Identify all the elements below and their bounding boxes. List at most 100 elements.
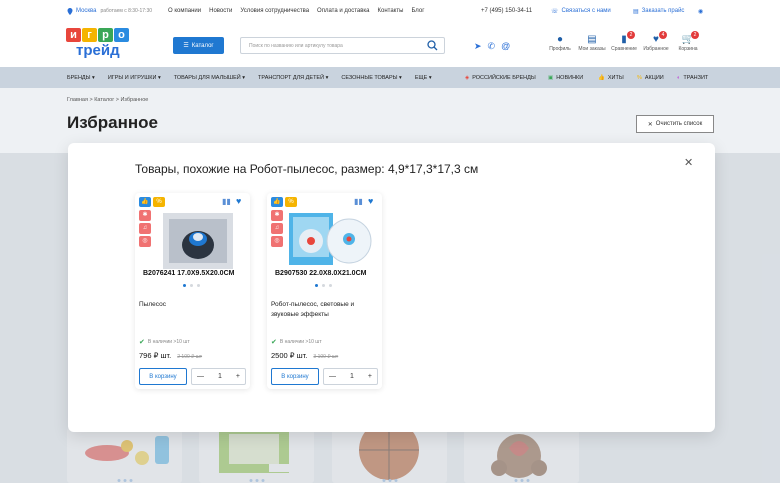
- stock-label: В наличии >10 шт: [279, 339, 322, 345]
- compare-count-badge: 2: [627, 31, 635, 39]
- nav-kids-transport[interactable]: ТРАНСПОРТ ДЛЯ ДЕТЕЙ ▾: [258, 75, 328, 81]
- image-dots[interactable]: [315, 284, 332, 287]
- favorites-label: Избранное: [643, 46, 669, 52]
- site-logo[interactable]: и г р о трейд: [66, 28, 136, 62]
- favorites-count-badge: 4: [659, 31, 667, 39]
- orders-link[interactable]: ▤ Мои заказы: [576, 34, 608, 52]
- current-price: 796 ₽ шт.: [139, 351, 172, 360]
- product-code: B2907530 22.0X8.0X21.0CM: [275, 270, 367, 277]
- location-pin-icon: [67, 7, 73, 15]
- breadcrumb[interactable]: Главная > Каталог > Избранное: [67, 97, 148, 103]
- nav-brands[interactable]: БРЕНДЫ ▾: [67, 75, 95, 81]
- nav-hits[interactable]: 👍 ХИТЫ: [598, 75, 624, 81]
- nav-russian-brands[interactable]: ◈ РОССИЙСКИЕ БРЕНДЫ: [465, 75, 536, 81]
- quantity-stepper: — 1 +: [323, 368, 378, 385]
- nav-transit[interactable]: ◐ ТРАНЗИТ: [677, 75, 708, 81]
- top-nav-news[interactable]: Новости: [209, 8, 232, 14]
- checkmark-icon: ✔: [271, 339, 277, 346]
- nav-more[interactable]: ЕЩЕ ▾: [415, 75, 432, 81]
- nav-new[interactable]: ▣ НОВИНКИ: [548, 75, 583, 81]
- nav-label: СЕЗОННЫЕ ТОВАРЫ: [341, 74, 398, 81]
- product-card[interactable]: 👍 % ✱ ♫ ◎ ▮▮ ♥ B2907530 22.0X8.0X21.0CM …: [267, 193, 382, 389]
- heart-icon[interactable]: ♥: [236, 196, 241, 206]
- top-bar: Москва работаем с 8:30-17:30 О компании …: [0, 0, 780, 22]
- quantity-value[interactable]: 1: [350, 373, 354, 380]
- nav-seasonal[interactable]: СЕЗОННЫЕ ТОВАРЫ ▾: [341, 75, 401, 81]
- decrement-button[interactable]: —: [197, 373, 204, 380]
- compare-icon[interactable]: ▮▮: [354, 197, 363, 206]
- product-name[interactable]: Робот-пылесос, световые и звуковые эффек…: [271, 300, 376, 320]
- order-price-list-link[interactable]: ▤ Заказать прайс: [633, 8, 684, 15]
- increment-button[interactable]: +: [236, 373, 240, 380]
- nav-games-toys[interactable]: ИГРЫ И ИГРУШКИ ▾: [108, 75, 161, 81]
- new-icon: ▣: [548, 74, 554, 81]
- phone-link[interactable]: +7 (495) 150-34-11: [481, 8, 532, 14]
- cart-count-badge: 2: [691, 31, 699, 39]
- checkmark-icon: ✔: [139, 339, 145, 346]
- search-input[interactable]: Поиск по названию или артикулу товара: [240, 37, 445, 54]
- main-nav: БРЕНДЫ ▾ ИГРЫ И ИГРУШКИ ▾ ТОВАРЫ ДЛЯ МАЛ…: [0, 67, 780, 88]
- city-selector[interactable]: Москва: [67, 7, 97, 15]
- top-nav-blog[interactable]: Блог: [411, 8, 424, 14]
- heart-icon: ♥: [653, 34, 659, 45]
- product-code: B2076241 17.0X9.5X20.0CM: [143, 270, 235, 277]
- top-nav-terms[interactable]: Условия сотрудничества: [240, 8, 309, 14]
- cart-link[interactable]: 🛒 2 Корзина: [672, 31, 704, 52]
- accessibility-eye-icon[interactable]: ◉: [698, 8, 703, 15]
- social-links: ➤ ✆ @: [474, 41, 510, 52]
- compare-link[interactable]: ▮ 2 Сравнение: [608, 31, 640, 52]
- nav-label: ИГРЫ И ИГРУШКИ: [107, 74, 157, 81]
- add-to-cart-button[interactable]: В корзину: [139, 368, 187, 385]
- percent-icon: %: [153, 197, 165, 207]
- top-nav-contacts[interactable]: Контакты: [378, 8, 404, 14]
- product-badges: 👍 %: [271, 197, 297, 207]
- product-card[interactable]: 👍 % ✱ ♫ ◎ ▮▮ ♥ B2076241 17.0X9.5X20.0CM …: [135, 193, 250, 389]
- target-icon: ◎: [271, 236, 283, 247]
- top-nav-about[interactable]: О компании: [168, 8, 201, 14]
- current-price: 2500 ₽ шт.: [271, 351, 308, 360]
- logo-letters: и г р о: [66, 28, 136, 42]
- email-at-icon[interactable]: @: [501, 41, 510, 52]
- nav-label: ТРАНЗИТ: [683, 74, 709, 81]
- logo-letter: г: [82, 28, 97, 42]
- nav-label: ХИТЫ: [607, 74, 624, 81]
- menu-icon: ☰: [183, 43, 189, 49]
- sparkle-icon: ✱: [271, 210, 283, 221]
- nav-label: РОССИЙСКИЕ БРЕНДЫ: [472, 74, 536, 81]
- nav-label: БРЕНДЫ: [67, 74, 91, 81]
- image-dots[interactable]: [183, 284, 200, 287]
- increment-button[interactable]: +: [368, 373, 372, 380]
- decrement-button[interactable]: —: [329, 373, 336, 380]
- thumb-up-icon: 👍: [598, 74, 605, 81]
- clear-list-label: Очистить список: [655, 121, 703, 127]
- heart-icon[interactable]: ♥: [368, 196, 373, 206]
- search-icon[interactable]: [427, 40, 438, 51]
- favorites-link[interactable]: ♥ 4 Избранное: [640, 31, 672, 52]
- product-name[interactable]: Пылесос: [139, 300, 244, 310]
- percent-icon: %: [637, 74, 642, 81]
- music-note-icon: ♫: [271, 223, 283, 234]
- catalog-button[interactable]: ☰ Каталог: [173, 37, 224, 54]
- similar-products-modal: Товары, похожие на Робот-пылесос, размер…: [68, 143, 715, 432]
- nav-sales[interactable]: % АКЦИИ: [637, 75, 664, 81]
- nav-baby-goods[interactable]: ТОВАРЫ ДЛЯ МАЛЫШЕЙ ▾: [174, 75, 245, 81]
- close-icon: ✕: [647, 121, 653, 128]
- city-label: Москва: [76, 8, 97, 14]
- profile-link[interactable]: ● Профиль: [544, 34, 576, 52]
- nav-label: ЕЩЕ: [414, 74, 428, 81]
- add-to-cart-button[interactable]: В корзину: [271, 368, 319, 385]
- stock-status: ✔ В наличии >10 шт: [139, 338, 190, 346]
- telegram-icon[interactable]: ➤: [474, 41, 482, 52]
- quantity-stepper: — 1 +: [191, 368, 246, 385]
- transit-icon: ◐: [677, 74, 681, 81]
- close-icon[interactable]: ✕: [684, 156, 693, 169]
- compare-icon[interactable]: ▮▮: [222, 197, 231, 206]
- quantity-value[interactable]: 1: [218, 373, 222, 380]
- contact-us-link[interactable]: ☏ Связаться с нами: [551, 8, 611, 15]
- whatsapp-icon[interactable]: ✆: [488, 41, 496, 52]
- feature-badges: ✱ ♫ ◎: [139, 210, 151, 247]
- clear-list-button[interactable]: ✕ Очистить список: [636, 115, 714, 133]
- product-price: 2500 ₽ шт. 3 100 ₽ шт: [271, 351, 338, 360]
- top-nav-delivery[interactable]: Оплата и доставка: [317, 8, 369, 14]
- user-icon: ●: [556, 34, 564, 45]
